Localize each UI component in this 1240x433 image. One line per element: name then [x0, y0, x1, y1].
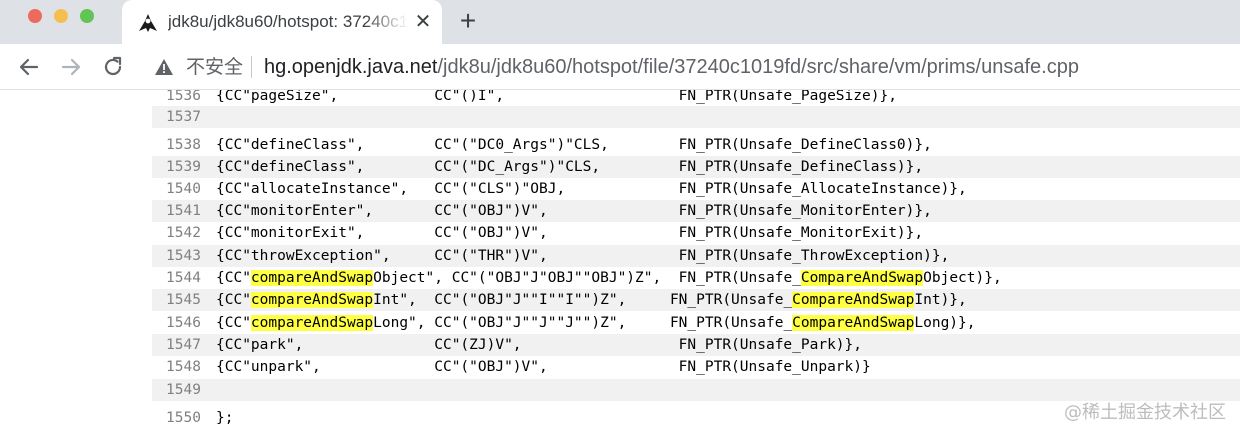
code-segment: {CC"monitorExit", CC"("OBJ")V", FN_PTR(U… — [216, 225, 924, 241]
line-number[interactable]: 1545 — [166, 289, 201, 311]
search-highlight: compareAndSwap — [250, 315, 374, 331]
line-number[interactable]: 1539 — [166, 156, 201, 178]
search-highlight: CompareAndSwap — [800, 270, 924, 286]
url-path: /jdk8u/jdk8u60/hotspot/file/37240c1019fd… — [437, 56, 1079, 78]
reload-icon[interactable] — [100, 54, 126, 80]
line-number[interactable]: 1538 — [166, 134, 201, 156]
back-arrow-icon[interactable] — [16, 54, 42, 80]
forward-arrow-icon[interactable] — [58, 54, 84, 80]
code-text: {CC"park", CC"(ZJ)V", FN_PTR(Unsafe_Park… — [216, 334, 862, 356]
url-host: hg.openjdk.java.net — [264, 56, 438, 78]
code-text: }; — [216, 407, 233, 429]
line-number[interactable]: 1537 — [166, 106, 201, 128]
search-highlight: compareAndSwap — [250, 292, 374, 308]
search-highlight: CompareAndSwap — [792, 292, 915, 308]
code-line: 1545 {CC"compareAndSwapInt", CC"("OBJ"J""… — [152, 289, 1240, 311]
warning-triangle-icon[interactable] — [154, 58, 174, 76]
code-segment: Int", CC"("OBJ"J""I""I"")Z", FN_PTR(Unsa… — [373, 292, 793, 308]
code-line: 1541 {CC"monitorEnter", CC"("OBJ")V", FN_… — [152, 200, 1240, 222]
code-line: 1544 {CC"compareAndSwapObject", CC"("OBJ"… — [152, 267, 1240, 289]
code-segment: Object", CC"("OBJ"J"OBJ""OBJ")Z", FN_PTR… — [373, 270, 801, 286]
maximize-window-button[interactable] — [80, 9, 94, 23]
line-number[interactable]: 1547 — [166, 334, 201, 356]
tab-title: jdk8u/jdk8u60/hotspot: 37240c1019fd — [168, 12, 408, 31]
code-line: 1547 {CC"park", CC"(ZJ)V", FN_PTR(Unsafe_… — [152, 334, 1240, 356]
code-text: {CC"throwException", CC"("THR")V", FN_PT… — [216, 245, 949, 267]
code-segment: Int)}, — [914, 292, 967, 308]
line-number[interactable]: 1542 — [166, 222, 201, 244]
code-segment: {CC"monitorEnter", CC"("OBJ")V", FN_PTR(… — [216, 203, 932, 219]
code-text: {CC"compareAndSwapLong", CC"("OBJ"J""J""… — [216, 312, 976, 334]
watermark: @稀土掘金技术社区 — [1064, 402, 1226, 423]
search-highlight: CompareAndSwap — [792, 315, 915, 331]
not-secure-label[interactable]: 不安全 — [186, 56, 243, 78]
code-line: 1536 {CC"pageSize", CC"()I", FN_PTR(Unsaf… — [152, 90, 1240, 107]
code-text: {CC"compareAndSwapObject", CC"("OBJ"J"OB… — [216, 267, 1002, 289]
code-segment: {CC"throwException", CC"("THR")V", FN_PT… — [216, 248, 950, 264]
code-line: 1539 {CC"defineClass", CC"("DC_Args")"CLS… — [152, 156, 1240, 178]
line-number[interactable]: 1546 — [166, 312, 201, 334]
search-highlight: compareAndSwap — [250, 270, 374, 286]
code-segment: Long)}, — [914, 315, 976, 331]
code-line: 1540 {CC"allocateInstance", CC"("CLS")"OB… — [152, 178, 1240, 200]
line-number[interactable]: 1543 — [166, 245, 201, 267]
line-number[interactable]: 1536 — [166, 90, 201, 107]
code-line: 1546 {CC"compareAndSwapLong", CC"("OBJ"J"… — [152, 312, 1240, 334]
code-segment: {CC"park", CC"(ZJ)V", FN_PTR(Unsafe_Park… — [216, 337, 863, 353]
code-text: {CC"pageSize", CC"()I", FN_PTR(Unsafe_Pa… — [216, 90, 897, 107]
code-text: {CC"defineClass", CC"("DC_Args")"CLS, FN… — [216, 156, 923, 178]
browser-toolbar: 不安全 hg.openjdk.java.net/jdk8u/jdk8u60/ho… — [0, 44, 1240, 90]
code-text: {CC"monitorEnter", CC"("OBJ")V", FN_PTR(… — [216, 200, 932, 222]
url-text[interactable]: hg.openjdk.java.net/jdk8u/jdk8u60/hotspo… — [264, 56, 1079, 78]
tab-strip: jdk8u/jdk8u60/hotspot: 37240c1019fd ✕ + — [0, 0, 1240, 44]
code-line: 1542 {CC"monitorExit", CC"("OBJ")V", FN_P… — [152, 222, 1240, 244]
code-text: {CC"unpark", CC"("OBJ")V", FN_PTR(Unsafe… — [216, 356, 871, 378]
line-number[interactable]: 1548 — [166, 356, 201, 378]
address-bar[interactable]: 不安全 hg.openjdk.java.net/jdk8u/jdk8u60/ho… — [140, 46, 1240, 88]
code-line: 1543 {CC"throwException", CC"("THR")V", F… — [152, 245, 1240, 267]
new-tab-button[interactable]: + — [454, 7, 482, 36]
code-line: 1538 {CC"defineClass", CC"("DC0_Args")"CL… — [152, 134, 1240, 156]
code-segment: {CC"defineClass", CC"("DC0_Args")"CLS, F… — [216, 137, 932, 153]
url-divider — [251, 56, 252, 78]
source-code-listing: 1536 {CC"pageSize", CC"()I", FN_PTR(Unsaf… — [152, 90, 1240, 433]
code-segment: }; — [216, 410, 234, 426]
code-segment: {CC" — [216, 270, 251, 286]
line-number[interactable]: 1541 — [166, 200, 201, 222]
code-line: 1548 {CC"unpark", CC"("OBJ")V", FN_PTR(Un… — [152, 356, 1240, 378]
code-text: {CC"monitorExit", CC"("OBJ")V", FN_PTR(U… — [216, 222, 923, 244]
line-number[interactable]: 1544 — [166, 267, 201, 289]
code-segment: {CC" — [216, 315, 251, 331]
line-number[interactable]: 1550 — [166, 407, 201, 429]
tab-close-icon[interactable]: ✕ — [412, 11, 434, 33]
code-text: {CC"defineClass", CC"("DC0_Args")"CLS, F… — [216, 134, 932, 156]
code-segment: {CC"pageSize", CC"()I", FN_PTR(Unsafe_Pa… — [216, 90, 897, 104]
code-segment: {CC"defineClass", CC"("DC_Args")"CLS, FN… — [216, 159, 924, 175]
code-segment: Object)}, — [923, 270, 1002, 286]
code-segment: {CC"allocateInstance", CC"("CLS")"OBJ, F… — [216, 181, 967, 197]
code-line: 1537 — [152, 106, 1240, 128]
code-text: {CC"allocateInstance", CC"("CLS")"OBJ, F… — [216, 178, 967, 200]
browser-tab[interactable]: jdk8u/jdk8u60/hotspot: 37240c1019fd ✕ — [122, 0, 442, 44]
line-number[interactable]: 1540 — [166, 178, 201, 200]
code-text: {CC"compareAndSwapInt", CC"("OBJ"J""I""I… — [216, 289, 967, 311]
code-segment: {CC"unpark", CC"("OBJ")V", FN_PTR(Unsafe… — [216, 359, 871, 375]
close-window-button[interactable] — [28, 9, 42, 23]
minimize-window-button[interactable] — [54, 9, 68, 23]
mercurial-favicon-icon — [139, 14, 157, 32]
code-segment: {CC" — [216, 292, 251, 308]
code-segment: Long", CC"("OBJ"J""J""J"")Z", FN_PTR(Uns… — [373, 315, 793, 331]
line-number[interactable]: 1549 — [166, 379, 201, 401]
